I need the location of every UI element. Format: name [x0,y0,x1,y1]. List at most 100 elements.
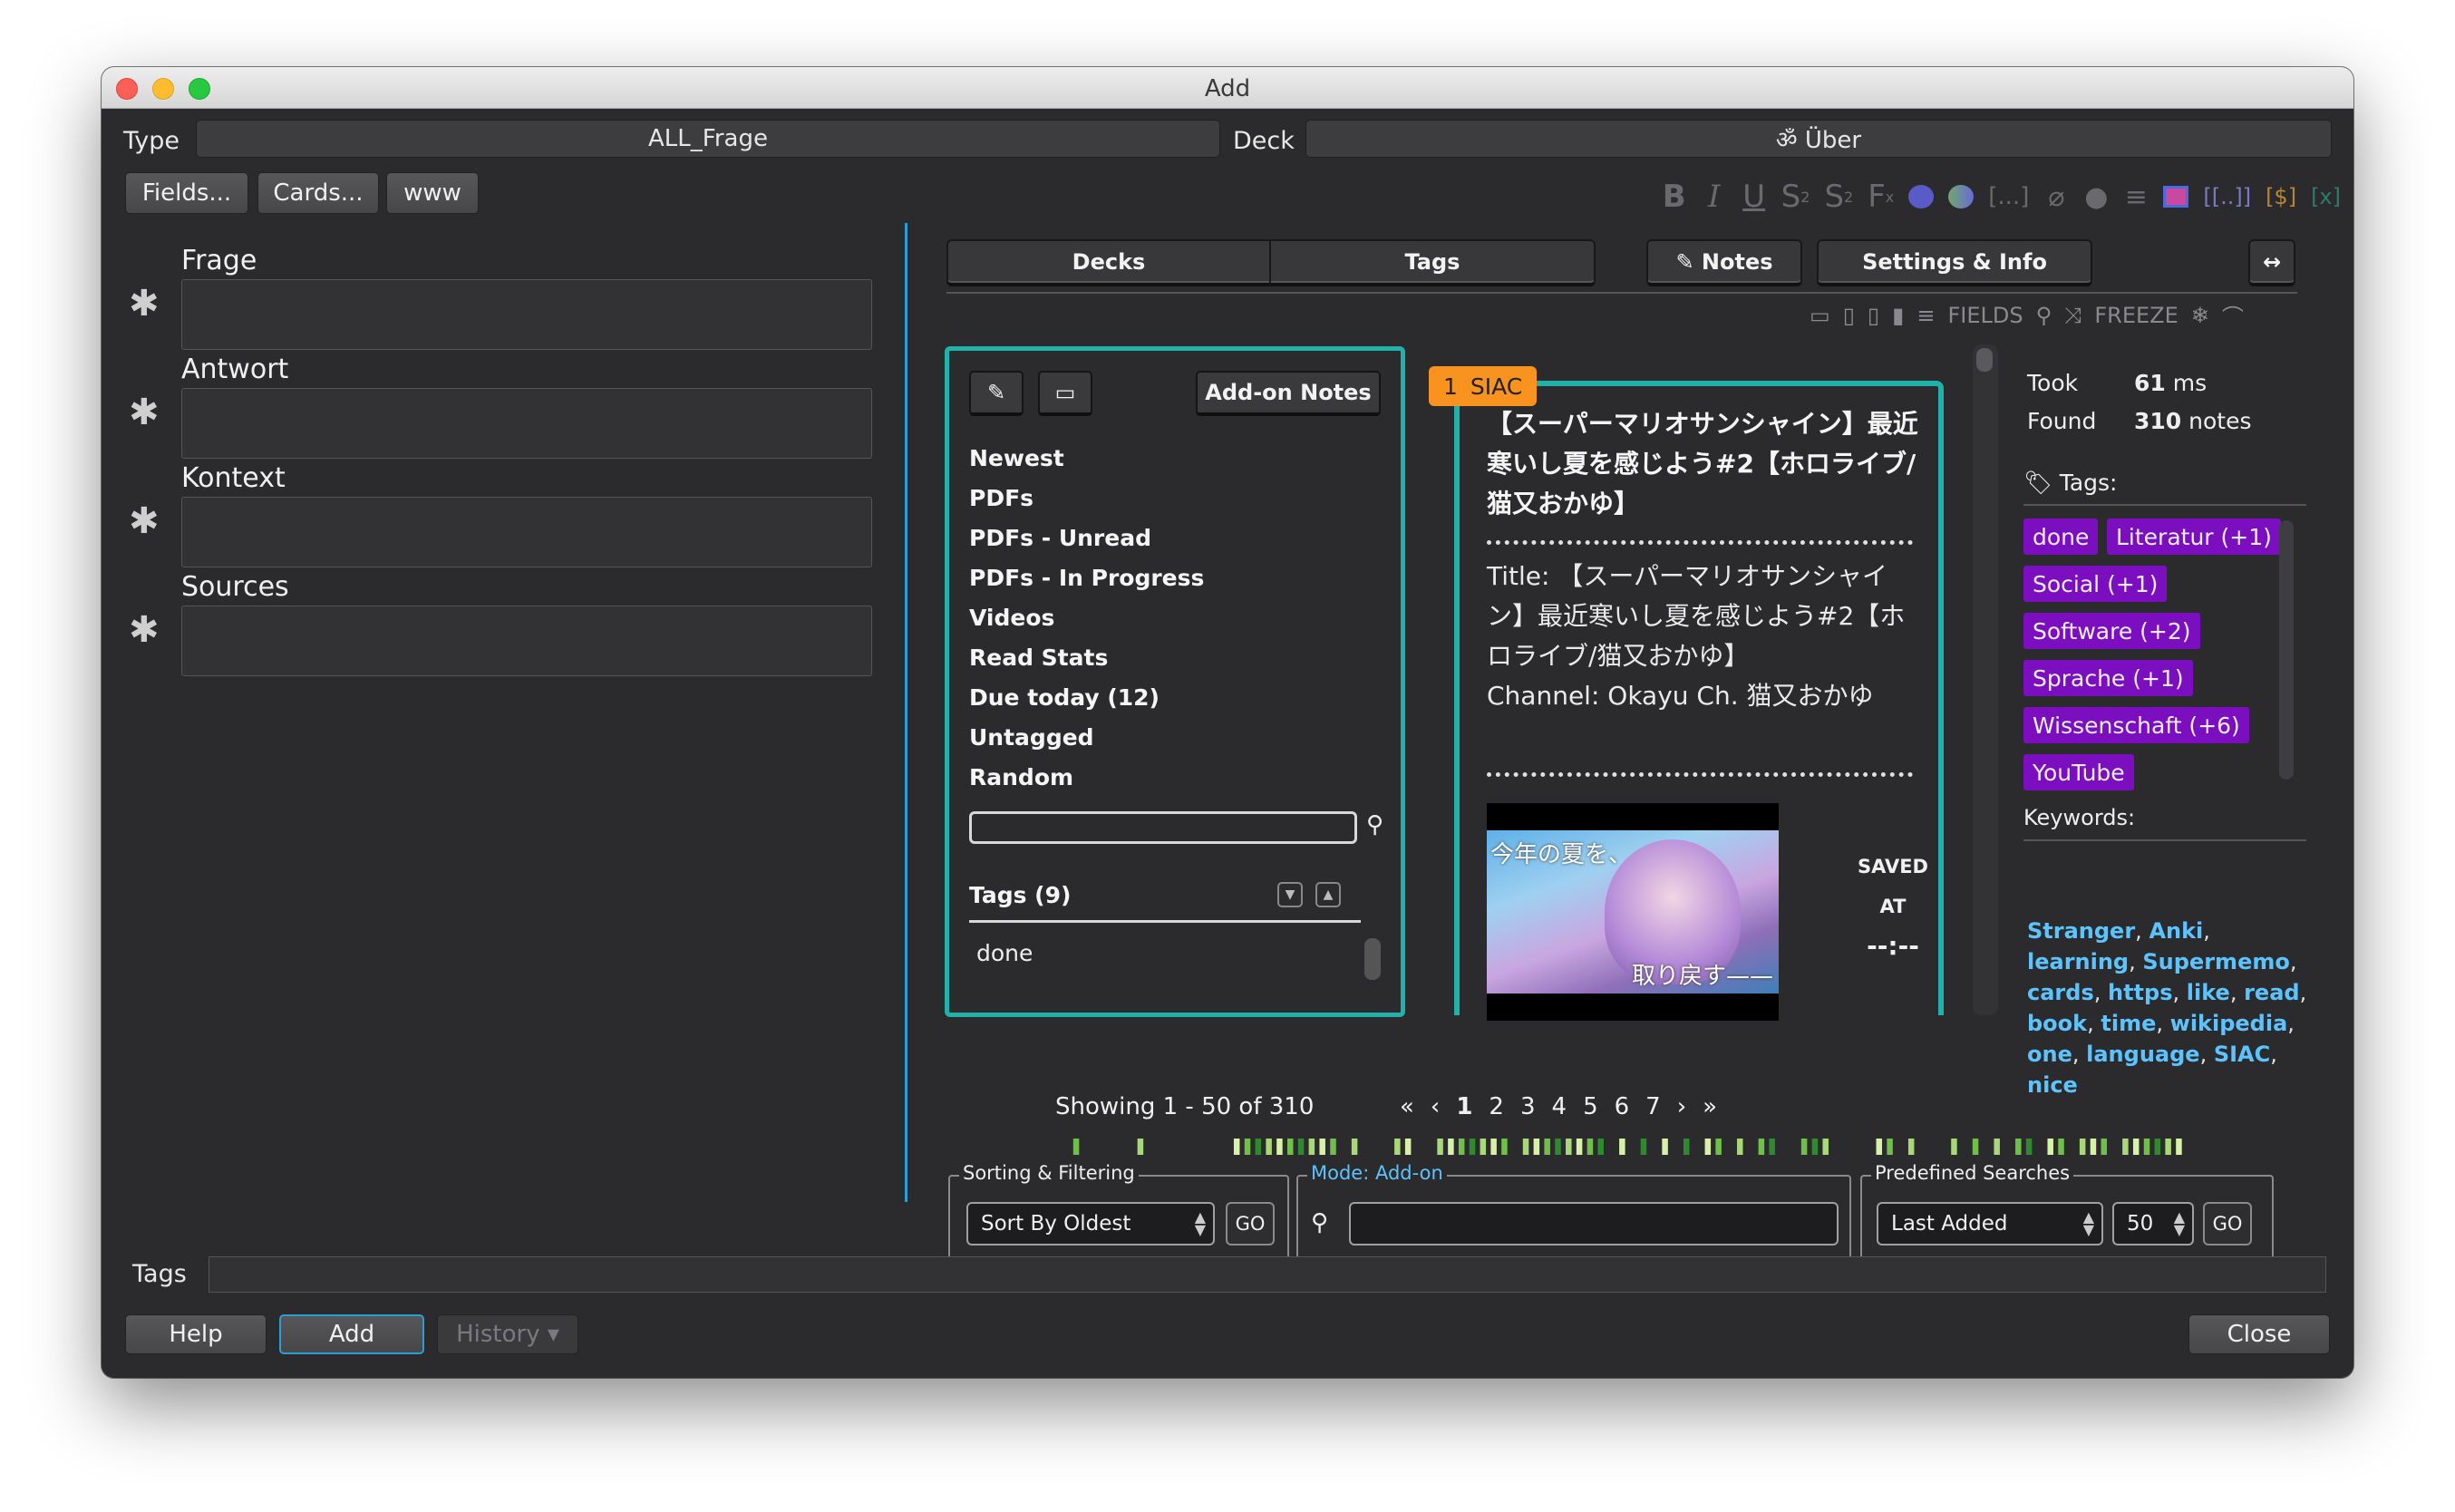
attach-icon[interactable]: ⌀ [2043,181,2069,213]
keyword-link[interactable]: Supermemo [2142,949,2289,974]
field-frage[interactable] [181,279,872,350]
record-icon[interactable]: ● [2083,181,2109,213]
note-type-selector[interactable]: ALL_Frage [196,120,1220,158]
text-color-icon[interactable] [1908,185,1935,208]
underline-icon[interactable]: U [1742,179,1767,215]
deck-selector[interactable]: ॐ Über [1305,120,2332,158]
sidebar-item-pdfs-unread[interactable]: PDFs - Unread [969,525,1151,551]
tags-scrollbar[interactable] [2279,520,2294,780]
sticky-field-icon[interactable]: ✱ [129,500,160,542]
html-icon[interactable]: [$] [2266,184,2296,209]
tag-chip[interactable]: Social (+1) [2023,566,2168,602]
keyword-link[interactable]: nice [2027,1072,2078,1098]
keyword-link[interactable]: cards [2027,980,2094,1005]
first-page-button[interactable]: « [1400,1093,1414,1120]
www-button[interactable]: www [386,172,479,214]
tag-chip[interactable]: Software (+2) [2023,613,2200,649]
card-icon[interactable]: ▮ [1892,303,1904,328]
keyword-link[interactable]: language [2086,1042,2199,1067]
help-button[interactable]: Help [125,1314,267,1354]
sidebar-item-pdfs[interactable]: PDFs [969,485,1033,511]
close-button[interactable]: Close [2188,1314,2330,1354]
field-antwort[interactable] [181,388,872,459]
clear-format-icon[interactable]: Fx [1868,179,1894,215]
collapse-tags-icon[interactable]: ▼ [1277,882,1303,907]
search-icon[interactable]: ⚲ [1366,811,1383,838]
inbox-icon[interactable]: ▭ [1810,303,1830,328]
tab-notes[interactable]: ✎ Notes [1646,239,1802,286]
sticky-field-icon[interactable]: ✱ [129,609,160,651]
keyword-link[interactable]: read [2244,980,2300,1005]
inbox-button[interactable]: ▭ [1038,371,1092,416]
predefined-select[interactable]: Last Added ▲ ▼ [1877,1202,2103,1245]
expand-tags-icon[interactable]: ▲ [1315,882,1341,907]
page-link-current[interactable]: 1 [1456,1093,1472,1120]
keyword-link[interactable]: learning [2027,949,2129,974]
subscript-icon[interactable]: S2 [1824,179,1853,215]
page-link[interactable]: 7 [1645,1093,1661,1120]
field-kontext[interactable] [181,497,872,567]
sidebar-item-videos[interactable]: Videos [969,605,1054,631]
sidebar-toggle-icon[interactable]: [x] [2311,184,2341,209]
sort-select[interactable]: Sort By Oldest ▲ ▼ [966,1202,1215,1245]
cards-button[interactable]: Cards... [257,172,379,214]
tag-chip[interactable]: Sprache (+1) [2023,660,2193,696]
list-icon[interactable]: ≡ [1916,303,1935,328]
keyword-link[interactable]: book [2027,1011,2087,1036]
mathjax-icon[interactable]: [[..]] [2203,184,2251,209]
italic-icon[interactable]: I [1702,179,1727,215]
page-link[interactable]: 5 [1583,1093,1598,1120]
tab-settings[interactable]: Settings & Info [1817,239,2092,286]
page-link[interactable]: 2 [1489,1093,1504,1120]
sidebar-item-untagged[interactable]: Untagged [969,724,1094,751]
cloze-icon[interactable]: [...] [1988,183,2029,210]
sticky-field-icon[interactable]: ✱ [129,283,160,325]
tab-decks[interactable]: Decks [946,239,1269,286]
page-link[interactable]: 3 [1520,1093,1536,1120]
pdf-icon[interactable]: ▯ [1843,303,1855,328]
field-sources[interactable] [181,606,872,676]
prev-page-button[interactable]: ‹ [1431,1093,1440,1120]
toggle-width-button[interactable]: ↔ [2248,239,2295,286]
tag-chip[interactable]: Wissenschaft (+6) [2023,707,2249,743]
fields-button[interactable]: Fields... [125,172,248,214]
sidebar-item-newest[interactable]: Newest [969,445,1064,471]
tag-chip[interactable]: Literatur (+1) [2107,519,2281,555]
results-scrollbar[interactable] [1973,344,1998,1015]
document-icon[interactable]: ▯ [1868,303,1879,328]
freeze-toggle[interactable]: FREEZE [2094,303,2178,328]
results-scroll-thumb[interactable] [1976,348,1993,372]
limit-select[interactable]: 50 ▲ ▼ [2112,1202,2194,1245]
keyword-link[interactable]: https [2108,980,2173,1005]
superscript-icon[interactable]: S2 [1781,179,1810,215]
shuffle-icon[interactable]: ⤨ [2064,303,2081,328]
sidebar-item-read-stats[interactable]: Read Stats [969,645,1108,671]
tag-chip[interactable]: YouTube [2023,754,2134,790]
sidebar-search-input[interactable] [969,811,1357,844]
tag-list-item[interactable]: done [976,940,1033,966]
keyword-link[interactable]: SIAC [2214,1042,2270,1067]
tag-chip[interactable]: done [2023,519,2099,555]
video-thumbnail[interactable]: 今年の夏を、 取り戻す—— [1487,803,1779,1021]
history-button[interactable]: History ▾ [437,1314,578,1354]
add-button[interactable]: Add [279,1314,424,1354]
sticky-field-icon[interactable]: ✱ [129,392,160,433]
sort-go-button[interactable]: GO [1226,1202,1275,1245]
tags-scrollbar[interactable] [1364,938,1381,980]
tags-input[interactable] [209,1256,2326,1293]
keyword-link[interactable]: Stranger [2027,918,2135,944]
addon-search-input[interactable] [1349,1202,1839,1245]
next-page-button[interactable]: › [1677,1093,1686,1120]
page-link[interactable]: 4 [1552,1093,1567,1120]
tab-tags[interactable]: Tags [1269,239,1596,286]
bold-icon[interactable]: B [1662,179,1687,215]
keyword-link[interactable]: one [2027,1042,2072,1067]
last-page-button[interactable]: » [1703,1093,1717,1120]
more-icon[interactable]: ≡ [2123,181,2149,213]
predefined-go-button[interactable]: GO [2203,1202,2252,1245]
addon-notes-button[interactable]: Add-on Notes [1196,371,1381,416]
sidebar-item-random[interactable]: Random [969,764,1073,790]
page-link[interactable]: 6 [1615,1093,1630,1120]
fields-toggle[interactable]: FIELDS [1947,303,2023,328]
sidebar-item-due-today[interactable]: Due today (12) [969,684,1160,711]
